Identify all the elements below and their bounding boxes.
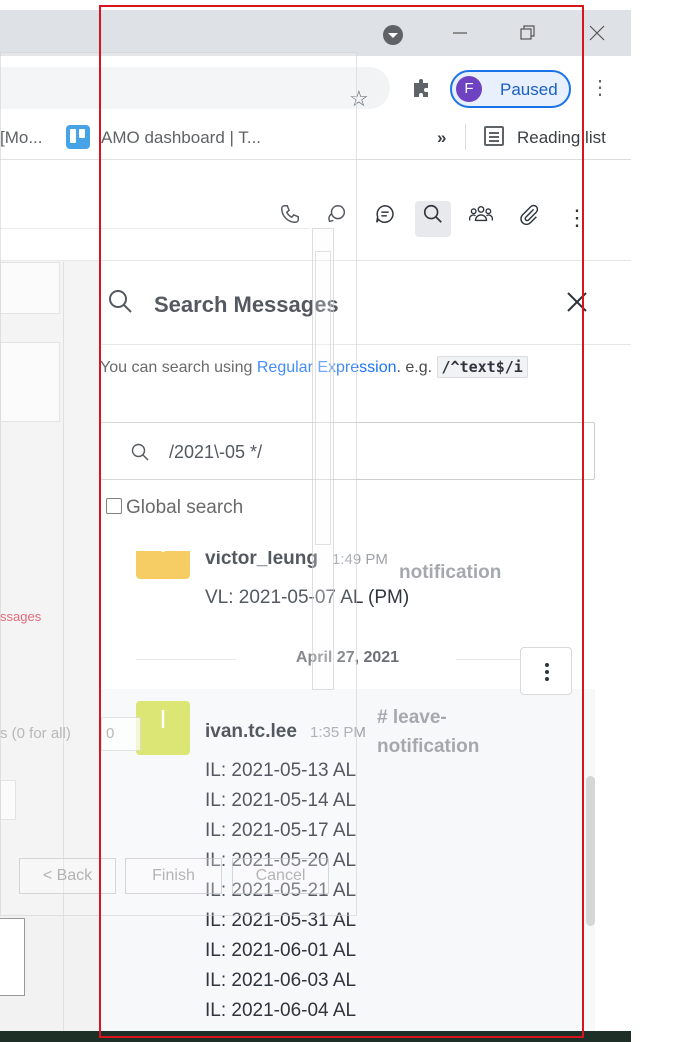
background-messages-label: ssages: [0, 609, 42, 624]
attachment-icon[interactable]: [511, 201, 547, 237]
avatar[interactable]: I: [136, 701, 190, 755]
background-box: [0, 918, 25, 996]
message-actions-menu[interactable]: [520, 647, 572, 695]
background-scrollbar: [312, 228, 334, 690]
search-input-icon: [131, 443, 149, 461]
background-field: [0, 780, 16, 820]
message-line: IL: 2021-06-01 AL: [205, 940, 357, 961]
room-kebab-icon[interactable]: ⋮: [559, 201, 595, 237]
message-username[interactable]: ivan.tc.lee: [205, 721, 297, 743]
threads-icon[interactable]: [367, 201, 403, 237]
background-field: [0, 342, 60, 422]
message-channel[interactable]: # leave- notification: [377, 703, 507, 761]
avatar[interactable]: V: [136, 551, 190, 579]
global-search-label: Global search: [126, 497, 244, 518]
hint-prefix: You can search using: [100, 359, 257, 376]
finish-button: Finish: [125, 858, 222, 894]
panel-divider: [100, 344, 631, 345]
bookmark-star-icon[interactable]: ☆: [349, 87, 369, 111]
reading-list-icon: [484, 126, 504, 146]
minimize-icon[interactable]: [448, 24, 472, 48]
profile-button[interactable]: F Paused: [450, 70, 571, 108]
address-bar[interactable]: ☆: [0, 67, 390, 111]
tab-search-icon[interactable]: [381, 24, 405, 48]
background-field: [0, 262, 60, 314]
extensions-icon[interactable]: [410, 76, 434, 106]
close-icon[interactable]: [566, 291, 588, 313]
search-messages-icon[interactable]: [415, 201, 451, 237]
call-icon[interactable]: [272, 201, 308, 237]
message-time: 1:35 PM: [310, 724, 366, 741]
message-line: IL: 2021-05-31 AL: [205, 910, 357, 931]
cancel-button: Cancel: [232, 858, 329, 894]
message-line: IL: 2021-05-14 AL: [205, 790, 357, 811]
panel-title: Search Messages: [154, 292, 339, 317]
browser-menu-icon[interactable]: ⋮: [590, 76, 610, 100]
hint-code-example: /^text$/i: [436, 356, 528, 378]
message-line: IL: 2021-06-03 AL: [205, 970, 357, 991]
close-window-icon[interactable]: [585, 24, 609, 48]
search-results-list[interactable]: V victor_leung 1:49 PM # leave- notifica…: [100, 551, 595, 1031]
message-time: 1:49 PM: [332, 551, 388, 568]
back-button: < Back: [19, 858, 116, 894]
background-for-all-label: s (0 for all): [0, 725, 71, 742]
search-field[interactable]: [100, 422, 595, 480]
global-search-toggle[interactable]: Global search: [106, 497, 243, 519]
trello-icon: [66, 125, 90, 149]
profile-avatar: F: [456, 76, 482, 102]
search-icon: [109, 290, 132, 313]
bookmark-item[interactable]: [Mo...: [0, 128, 43, 148]
message-text: VL: 2021-05-07 AL (PM): [205, 587, 410, 608]
message-username[interactable]: victor_leung: [205, 551, 318, 570]
profile-status: Paused: [500, 80, 558, 99]
global-search-checkbox[interactable]: [106, 498, 122, 514]
members-icon[interactable]: [463, 201, 499, 237]
message-line: IL: 2021-06-04 AL: [205, 1000, 357, 1021]
message-line: IL: 2021-05-17 AL: [205, 820, 357, 841]
message-channel[interactable]: # leave- notification: [399, 551, 529, 587]
background-divider: [63, 262, 64, 1032]
background-number-value: 0: [106, 725, 115, 742]
results-scrollbar[interactable]: [586, 776, 595, 926]
bookmarks-bar: [Mo... AMO dashboard | T... » Reading li…: [0, 112, 631, 160]
bookmarks-divider: [465, 124, 466, 150]
browser-toolbar: ☆ F Paused ⋮: [0, 56, 631, 112]
bookmarks-overflow[interactable]: »: [437, 128, 446, 148]
browser-titlebar: [0, 10, 631, 56]
bookmark-item[interactable]: AMO dashboard | T...: [101, 128, 261, 148]
message-line: IL: 2021-05-13 AL: [205, 760, 357, 781]
hint-mid: . e.g.: [396, 359, 437, 376]
search-messages-panel: Search Messages You can search using Reg…: [100, 261, 631, 1031]
reading-list-button[interactable]: Reading list: [517, 128, 606, 148]
header-divider: [0, 199, 310, 229]
restore-icon[interactable]: [515, 24, 539, 48]
taskbar: [0, 1031, 631, 1042]
search-input[interactable]: [169, 441, 569, 463]
